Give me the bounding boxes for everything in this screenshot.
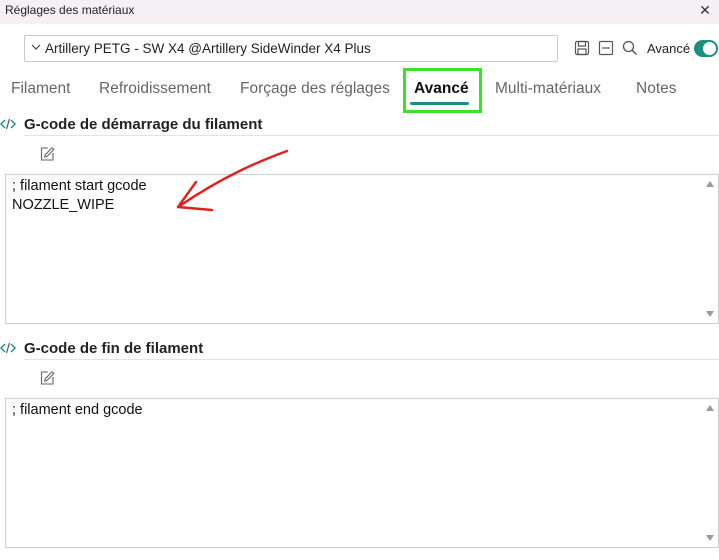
scroll-down-icon[interactable]: [706, 535, 714, 541]
title-bar: Réglages des matériaux ✕: [0, 0, 719, 24]
advanced-mode-label: Avancé: [647, 41, 691, 56]
preset-dropdown[interactable]: Artillery PETG - SW X4 @Artillery SideWi…: [24, 35, 558, 62]
preset-toolbar: Artillery PETG - SW X4 @Artillery SideWi…: [0, 24, 719, 70]
minus-square-icon[interactable]: [598, 40, 614, 56]
end-gcode-editor[interactable]: ; filament end gcode: [5, 398, 719, 548]
section-divider: [24, 359, 719, 360]
code-icon: [0, 118, 16, 130]
tab-filament[interactable]: Filament: [11, 80, 70, 98]
close-icon[interactable]: ✕: [695, 0, 715, 20]
tab-multimaterial[interactable]: Multi-matériaux: [495, 80, 601, 98]
toggle-knob: [703, 42, 716, 55]
end-gcode-text: ; filament end gcode: [12, 402, 143, 418]
start-gcode-text: ; filament start gcode NOZZLE_WIPE: [12, 178, 147, 213]
save-icon[interactable]: [574, 40, 590, 56]
start-gcode-editor[interactable]: ; filament start gcode NOZZLE_WIPE: [5, 174, 719, 324]
tab-bar: Filament Refroidissement Forçage des rég…: [0, 70, 719, 114]
preset-value: Artillery PETG - SW X4 @Artillery SideWi…: [45, 41, 371, 56]
scroll-down-icon[interactable]: [706, 311, 714, 317]
section-title-start-gcode: G-code de démarrage du filament: [24, 116, 263, 133]
section-title-end-gcode: G-code de fin de filament: [24, 340, 204, 357]
tab-cooling[interactable]: Refroidissement: [99, 80, 211, 98]
scroll-up-icon[interactable]: [706, 405, 714, 411]
scroll-up-icon[interactable]: [706, 181, 714, 187]
section-divider: [24, 135, 719, 136]
edit-icon[interactable]: [39, 146, 55, 162]
highlight-frame: [403, 68, 482, 113]
advanced-mode-toggle[interactable]: [694, 40, 718, 57]
edit-icon[interactable]: [39, 370, 55, 386]
code-icon: [0, 342, 16, 354]
tab-notes[interactable]: Notes: [636, 80, 677, 98]
tab-setting-overrides[interactable]: Forçage des réglages: [240, 80, 390, 98]
chevron-down-icon: [31, 44, 41, 50]
search-icon[interactable]: [622, 40, 638, 56]
window-title: Réglages des matériaux: [5, 3, 135, 17]
